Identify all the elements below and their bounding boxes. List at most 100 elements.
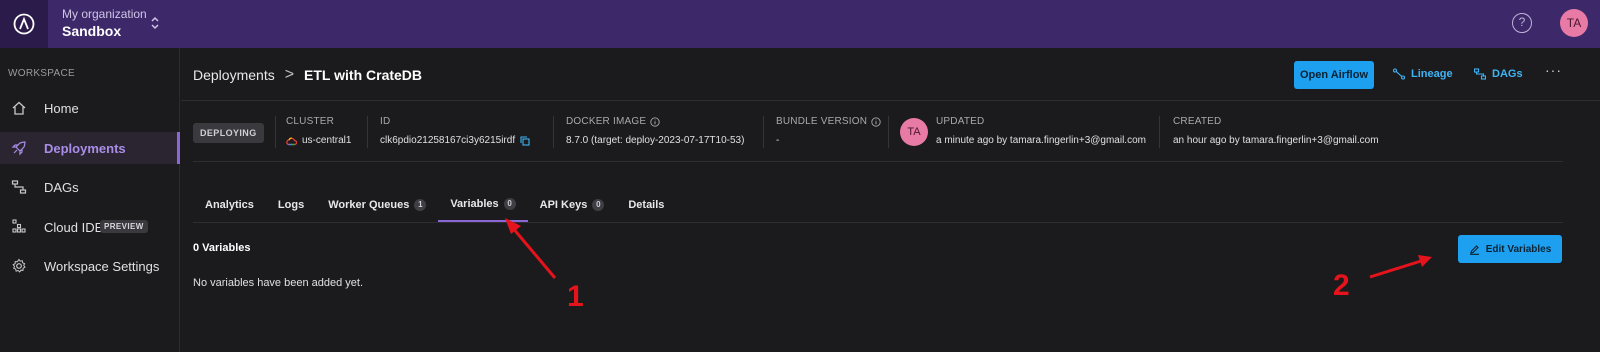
- dags-icon: [11, 180, 27, 194]
- annotation-marker-2: 2: [1333, 269, 1350, 302]
- tab-variables[interactable]: Variables 0: [438, 188, 528, 222]
- chevron-up-down-icon[interactable]: [150, 15, 160, 31]
- user-avatar[interactable]: TA: [1560, 9, 1588, 37]
- docker-image-title-row: DOCKER IMAGE: [566, 116, 744, 127]
- status-badge: DEPLOYING: [193, 123, 264, 143]
- deployment-title: ETL with CrateDB: [304, 67, 423, 83]
- cluster-meta: CLUSTER us-central1: [286, 116, 351, 146]
- top-bar: My organization Sandbox ? TA: [0, 0, 1600, 48]
- sidebar-item-label: Cloud IDE: [44, 219, 104, 235]
- created-title: CREATED: [1173, 116, 1222, 127]
- variables-count: 0 Variables: [193, 242, 251, 254]
- sidebar-item-cloud-ide[interactable]: Cloud IDE PREVIEW: [0, 211, 180, 243]
- info-icon[interactable]: [871, 116, 881, 127]
- tab-label: Variables: [450, 198, 499, 210]
- sidebar-item-workspace-settings[interactable]: Workspace Settings: [0, 250, 180, 282]
- divider: [553, 116, 554, 148]
- breadcrumb-separator: >: [284, 66, 295, 83]
- id-value: clk6pdio21258167ci3y6215irdf: [380, 135, 516, 146]
- edit-variables-button[interactable]: Edit Variables: [1458, 235, 1562, 263]
- updated-by-avatar: TA: [900, 118, 928, 146]
- cluster-title: CLUSTER: [286, 116, 335, 127]
- info-icon[interactable]: [650, 116, 660, 127]
- divider: [763, 116, 764, 148]
- cluster-value-row: us-central1: [286, 135, 351, 146]
- dags-label: DAGs: [1492, 68, 1523, 80]
- deployment-tabs: Analytics Logs Worker Queues 1 Variables…: [193, 188, 676, 222]
- divider: [888, 116, 889, 148]
- id-value-row: clk6pdio21258167ci3y6215irdf: [380, 135, 530, 146]
- divider: [275, 116, 276, 148]
- annotation-marker-1: 1: [567, 280, 584, 313]
- breadcrumb-deployments-link[interactable]: Deployments: [193, 67, 275, 83]
- meta-divider: [193, 161, 1563, 162]
- sidebar-item-deployments[interactable]: Deployments: [0, 132, 180, 164]
- gcp-cloud-icon: [286, 136, 297, 145]
- gear-icon: [12, 258, 26, 273]
- docker-image-meta: DOCKER IMAGE 8.7.0 (target: deploy-2023-…: [566, 116, 744, 146]
- logo-icon: [13, 13, 35, 35]
- tab-count-badge: 0: [592, 199, 605, 211]
- lineage-label: Lineage: [1411, 68, 1453, 80]
- preview-badge: PREVIEW: [100, 220, 148, 233]
- workspace-section-label: WORKSPACE: [8, 68, 75, 79]
- created-value: an hour ago by tamara.fingerlin+3@gmail.…: [1173, 135, 1379, 146]
- bundle-version-meta: BUNDLE VERSION -: [776, 116, 881, 146]
- copy-icon[interactable]: [520, 135, 530, 146]
- workspace-name: Sandbox: [62, 23, 122, 39]
- tab-details[interactable]: Details: [616, 188, 676, 222]
- dags-icon: [1474, 68, 1486, 80]
- home-icon: [12, 101, 26, 115]
- tab-api-keys[interactable]: API Keys 0: [528, 188, 617, 222]
- updated-title: UPDATED: [936, 116, 985, 127]
- updated-meta: UPDATED a minute ago by tamara.fingerlin…: [936, 116, 1146, 146]
- tab-label: Worker Queues: [328, 199, 410, 211]
- sidebar-item-label: DAGs: [44, 179, 79, 195]
- astronomer-logo[interactable]: [0, 0, 48, 48]
- tab-count-badge: 0: [503, 198, 516, 210]
- lineage-icon: [1393, 68, 1405, 80]
- pencil-icon: [1469, 244, 1479, 255]
- sidebar-item-label: Home: [44, 100, 79, 116]
- help-icon[interactable]: ?: [1512, 13, 1532, 33]
- cloud-ide-icon: [12, 219, 26, 233]
- breadcrumb: Deployments > ETL with CrateDB: [193, 66, 422, 84]
- empty-state-message: No variables have been added yet.: [193, 277, 364, 289]
- id-meta: ID clk6pdio21258167ci3y6215irdf: [380, 116, 530, 146]
- tab-label: API Keys: [539, 199, 588, 211]
- header-divider: [181, 100, 1600, 101]
- sidebar-item-home[interactable]: Home: [0, 92, 180, 124]
- edit-variables-label: Edit Variables: [1485, 243, 1552, 255]
- tab-label: Details: [628, 199, 665, 211]
- tab-worker-queues[interactable]: Worker Queues 1: [316, 188, 438, 222]
- tab-label: Analytics: [205, 199, 254, 211]
- sidebar-item-label: Deployments: [44, 140, 126, 156]
- open-airflow-button[interactable]: Open Airflow: [1294, 61, 1374, 89]
- sidebar-item-dags[interactable]: DAGs: [0, 171, 180, 203]
- docker-image-title: DOCKER IMAGE: [566, 116, 647, 127]
- bundle-version-title: BUNDLE VERSION: [776, 116, 868, 127]
- tab-logs[interactable]: Logs: [266, 188, 316, 222]
- bundle-version-title-row: BUNDLE VERSION: [776, 116, 881, 127]
- dags-button[interactable]: DAGs: [1474, 68, 1523, 80]
- main-content: Deployments > ETL with CrateDB Open Airf…: [181, 48, 1600, 352]
- sidebar: WORKSPACE Home Deployments DAGs Cloud ID…: [0, 48, 180, 352]
- divider: [1159, 116, 1160, 148]
- tab-count-badge: 1: [414, 199, 427, 211]
- org-label: My organization: [62, 7, 147, 21]
- sidebar-item-label: Workspace Settings: [44, 258, 160, 274]
- more-options-button[interactable]: ···: [1545, 62, 1562, 78]
- rocket-icon: [11, 141, 26, 156]
- tab-label: Logs: [277, 199, 305, 211]
- updated-value: a minute ago by tamara.fingerlin+3@gmail…: [936, 135, 1146, 146]
- divider: [367, 116, 368, 148]
- bundle-version-value: -: [776, 135, 780, 146]
- org-switcher[interactable]: My organization Sandbox: [62, 7, 147, 39]
- id-title: ID: [380, 116, 391, 127]
- cluster-value: us-central1: [302, 135, 352, 146]
- tab-analytics[interactable]: Analytics: [193, 188, 266, 222]
- docker-image-value: 8.7.0 (target: deploy-2023-07-17T10-53): [566, 135, 745, 146]
- lineage-button[interactable]: Lineage: [1393, 68, 1453, 80]
- created-meta: CREATED an hour ago by tamara.fingerlin+…: [1173, 116, 1379, 146]
- tabs-divider: [193, 222, 1563, 223]
